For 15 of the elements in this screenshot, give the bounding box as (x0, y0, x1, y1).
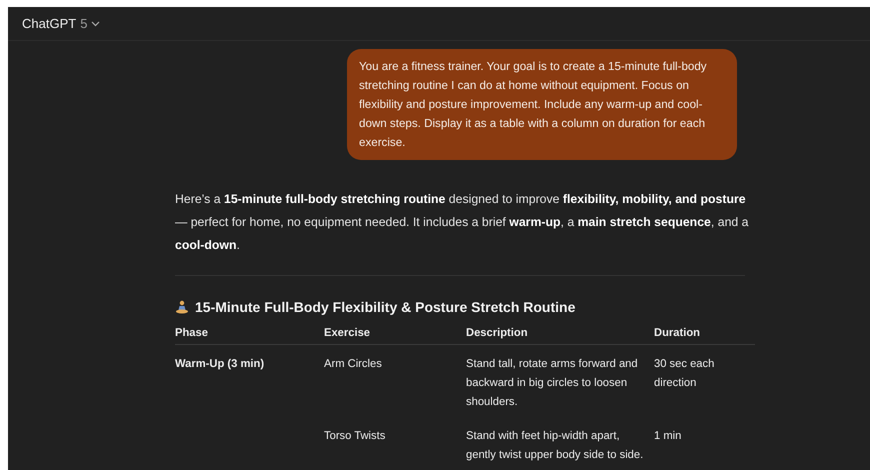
table-cell-text: Stand tall, rotate arms forward and backward in big circles to loosen shoulders. (466, 357, 639, 410)
table-cell-text: 30 sec each direction (654, 357, 716, 391)
model-selector[interactable]: ChatGPT 5 (20, 14, 102, 33)
column-header: Duration (654, 327, 701, 339)
table-cell-text: Stand with feet hip-width apart, gently twist upper body side to side. (466, 429, 644, 463)
column-header: Exercise (324, 327, 372, 339)
table-cell-text: Torso Twists (324, 429, 386, 444)
table-cell-text: Warm-Up (3 min) (175, 357, 264, 372)
column-header: Description (466, 327, 529, 339)
user-message: You are a fitness trainer. Your goal is to create a 15-minute full-body stretching routine I can do at home without equipment. Focus on flexibility and posture improvement. Include any warm-up and cool-down steps. Display it as a table with a column on duration for each exercise. (347, 49, 737, 160)
table-cell-text: 1 min (654, 429, 682, 444)
answer-paragraph: Here’s a 15-minute full-body stretching routine designed to improve flexibility, mobility, and posture — perfect for home, no equipment needed. It includes a brief warm-up, a main stretch sequence, and a cool-down. (175, 191, 749, 254)
column-header: Phase (175, 327, 209, 339)
table-heading: 15-Minute Full-Body Flexibility & Posture Stretch Routine (195, 299, 576, 315)
table-cell-text: Arm Circles (324, 357, 382, 372)
